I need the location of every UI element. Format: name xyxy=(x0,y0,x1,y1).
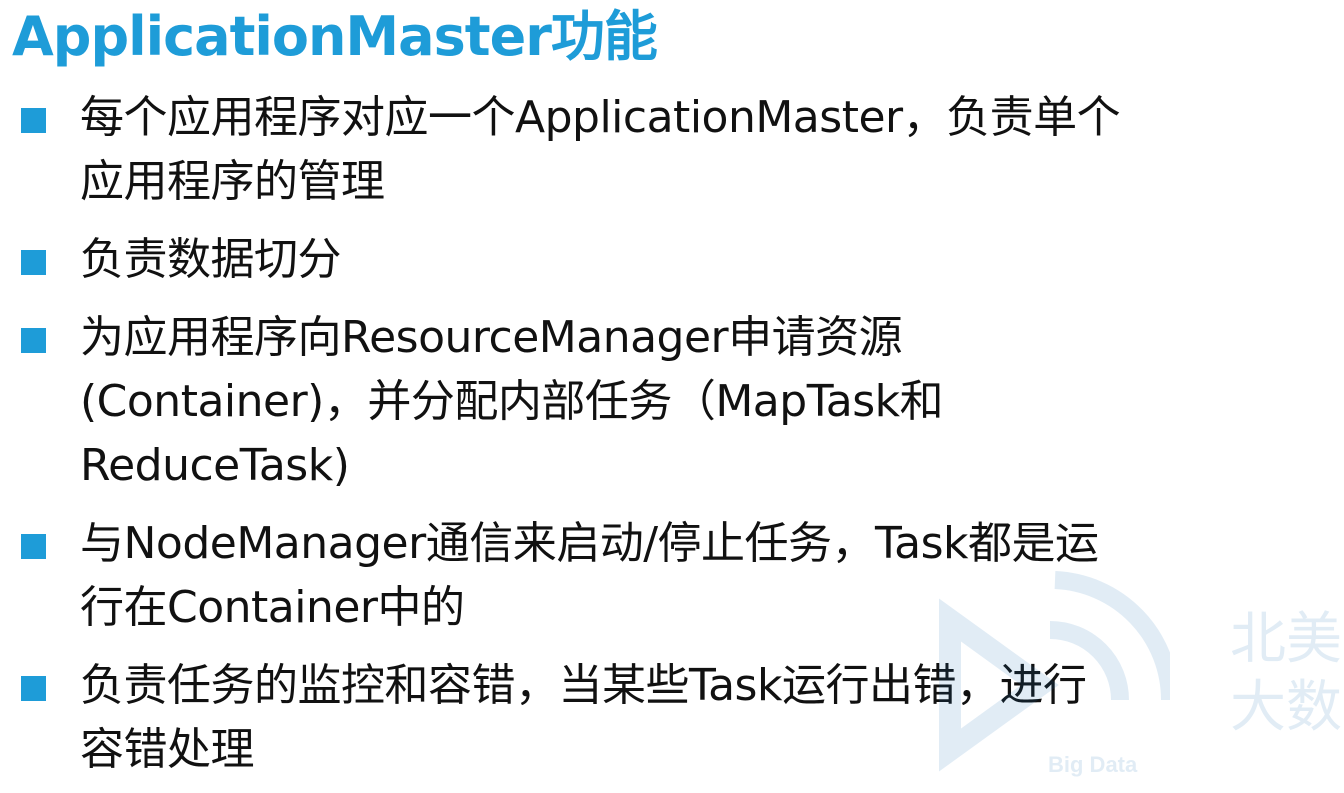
bullet-square-icon xyxy=(21,328,46,353)
bullet-square-icon xyxy=(21,250,46,275)
bullet-square-icon xyxy=(21,676,46,701)
bullet-text: 负责数据切分 xyxy=(80,234,342,285)
bullet-text: 与NodeManager通信来启动/停止任务，Task都是运 行在Contain… xyxy=(80,518,1099,633)
bullet-square-icon xyxy=(21,108,46,133)
bullet-text: 每个应用程序对应一个ApplicationMaster，负责单个 应用程序的管理 xyxy=(80,92,1121,207)
bullet-text: 为应用程序向ResourceManager申请资源 (Container)，并分… xyxy=(80,312,944,491)
bullet-text: 负责任务的监控和容错，当某些Task运行出错，进行 容错处理 xyxy=(80,660,1087,775)
bullet-square-icon xyxy=(21,534,46,559)
slide: ApplicationMaster功能 每个应用程序对应一个Applicatio… xyxy=(0,0,1344,793)
bullet-list: 每个应用程序对应一个ApplicationMaster，负责单个 应用程序的管理… xyxy=(0,0,1344,793)
